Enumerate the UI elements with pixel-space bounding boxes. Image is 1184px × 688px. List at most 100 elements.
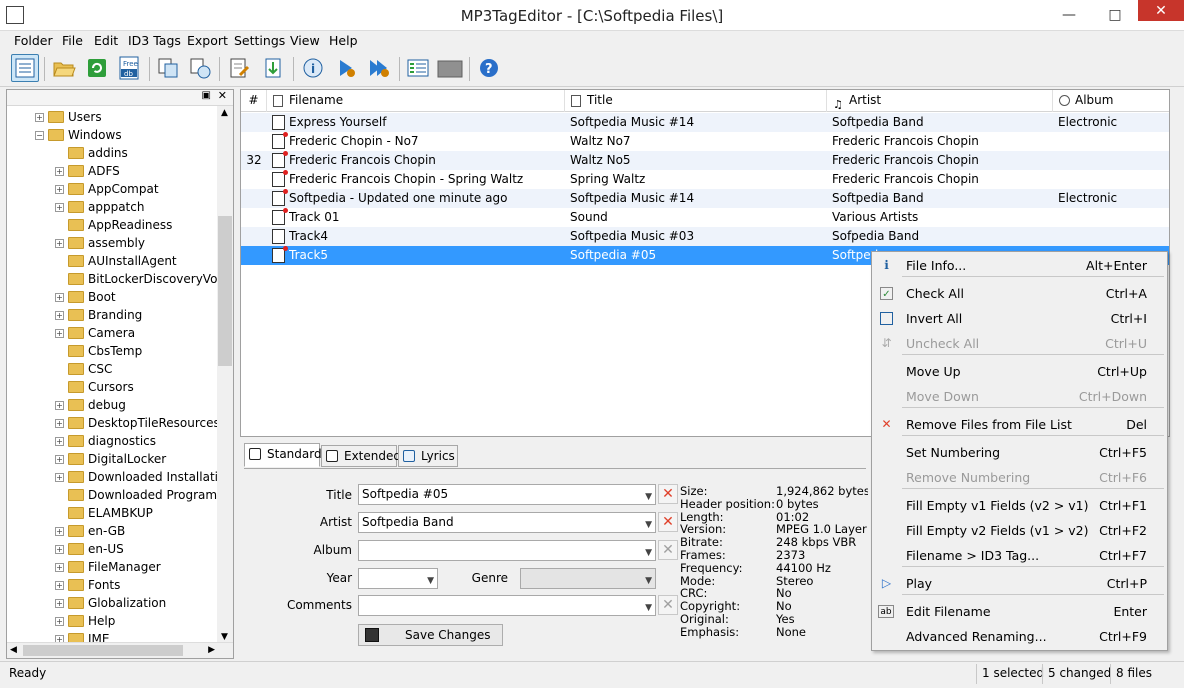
tree-item[interactable]: +CSC (55, 360, 112, 378)
scroll-left-icon[interactable]: ◀ (10, 645, 17, 655)
chevron-down-icon[interactable]: ▼ (645, 544, 652, 563)
close-button[interactable]: ✕ (1138, 0, 1184, 21)
tab-lyrics[interactable]: Lyrics (398, 445, 458, 467)
table-row[interactable]: Softpedia - Updated one minute ago Softpe… (241, 189, 1169, 208)
context-menu-item[interactable]: Fill Empty v1 Fields (v2 > v1) Ctrl+F1 (872, 493, 1167, 518)
hscroll-thumb[interactable] (23, 645, 183, 656)
column-number[interactable]: # (241, 90, 267, 112)
play-all-button[interactable] (365, 54, 393, 82)
context-menu-item[interactable]: ℹ File Info... Alt+Enter (872, 253, 1167, 278)
expand-icon[interactable]: + (55, 239, 64, 248)
expand-icon[interactable]: + (55, 617, 64, 626)
tree-item[interactable]: +AUInstallAgent (55, 252, 177, 270)
clear-comments-button[interactable]: ✕ (658, 595, 678, 615)
details-view-button[interactable] (404, 54, 432, 82)
tree-item[interactable]: + Downloaded Installatior (55, 468, 230, 486)
copy-tags-button[interactable] (154, 54, 182, 82)
expand-icon[interactable]: + (55, 581, 64, 590)
column-filename[interactable]: Filename (267, 90, 565, 112)
menu-folder[interactable]: Folder (14, 33, 53, 48)
expand-icon[interactable]: + (55, 203, 64, 212)
menu-file[interactable]: File (62, 33, 83, 48)
menu-export[interactable]: Export (187, 33, 228, 48)
tree-item[interactable]: + Fonts (55, 576, 120, 594)
column-album[interactable]: Album (1053, 90, 1169, 112)
collapse-icon[interactable]: − (35, 131, 44, 140)
table-row[interactable]: Track4 Softpedia Music #03 Sofpedia Band (241, 227, 1169, 246)
tree-item[interactable]: + diagnostics (55, 432, 156, 450)
expand-icon[interactable]: + (55, 545, 64, 554)
tree-item[interactable]: + Globalization (55, 594, 166, 612)
refresh-button[interactable] (83, 54, 111, 82)
expand-icon[interactable]: + (55, 311, 64, 320)
tree-item[interactable]: + assembly (55, 234, 145, 252)
expand-icon[interactable]: + (55, 401, 64, 410)
table-row[interactable]: Frederic Chopin - No7 Waltz No7 Frederic F… (241, 132, 1169, 151)
file-info-button[interactable]: i (299, 54, 327, 82)
column-artist[interactable]: ♫ Artist (827, 90, 1053, 112)
context-menu-item[interactable]: ✕ Remove Files from File List Del (872, 412, 1167, 437)
context-menu-item[interactable]: ab Edit Filename Enter (872, 599, 1167, 624)
tab-extended[interactable]: Extended (321, 445, 401, 467)
expand-icon[interactable]: + (55, 527, 64, 536)
tree-item[interactable]: + Branding (55, 306, 142, 324)
tree-item[interactable]: + AppCompat (55, 180, 159, 198)
expand-icon[interactable]: + (55, 329, 64, 338)
scroll-down-icon[interactable]: ▼ (221, 632, 228, 642)
table-row[interactable]: Express Yourself Softpedia Music #14 Softp… (241, 113, 1169, 132)
menu-edit[interactable]: Edit (94, 33, 118, 48)
table-row[interactable]: Frederic Francois Chopin - Spring Waltz S… (241, 170, 1169, 189)
expand-icon[interactable]: + (55, 437, 64, 446)
chevron-down-icon[interactable]: ▼ (645, 599, 652, 618)
rename-button[interactable] (225, 54, 253, 82)
tag-convert-button[interactable] (186, 54, 214, 82)
chevron-down-icon[interactable]: ▼ (645, 516, 652, 535)
tree-item[interactable]: +Downloaded Program F (55, 486, 228, 504)
help-button[interactable]: ? (475, 54, 503, 82)
context-menu-item[interactable]: Invert All Ctrl+I (872, 306, 1167, 331)
tree-item[interactable]: + en-US (55, 540, 124, 558)
context-menu-item[interactable]: Fill Empty v2 Fields (v1 > v2) Ctrl+F2 (872, 518, 1167, 543)
expand-icon[interactable]: + (55, 473, 64, 482)
title-field[interactable]: Softpedia #05 ▼ (358, 484, 656, 505)
restore-pane-icon[interactable]: ▣ (202, 90, 211, 101)
context-menu-item[interactable]: Advanced Renaming... Ctrl+F9 (872, 624, 1167, 649)
table-row[interactable]: Track 01 Sound Various Artists (241, 208, 1169, 227)
expand-icon[interactable]: + (35, 113, 44, 122)
tree-item[interactable]: +AppReadiness (55, 216, 172, 234)
tree-item[interactable]: + en-GB (55, 522, 125, 540)
tree-item[interactable]: + Boot (55, 288, 116, 306)
open-folder-button[interactable] (50, 54, 78, 82)
expand-icon[interactable]: + (55, 167, 64, 176)
freedb-button[interactable]: Free db (115, 54, 143, 82)
tree-item[interactable]: + Users (35, 108, 102, 126)
menu-id3-tags[interactable]: ID3 Tags (128, 33, 181, 48)
clear-title-button[interactable]: ✕ (658, 484, 678, 504)
scroll-right-icon[interactable]: ▶ (208, 645, 215, 655)
tree-horizontal-scrollbar[interactable]: ◀ ▶ (7, 642, 233, 658)
tree-item[interactable]: + FileManager (55, 558, 161, 576)
album-field[interactable]: ▼ (358, 540, 656, 561)
expand-icon[interactable]: + (55, 599, 64, 608)
expand-icon[interactable]: + (55, 455, 64, 464)
scroll-up-icon[interactable]: ▲ (221, 108, 228, 118)
menu-help[interactable]: Help (329, 33, 358, 48)
tree-item[interactable]: +Cursors (55, 378, 134, 396)
clear-artist-button[interactable]: ✕ (658, 512, 678, 532)
tree-item[interactable]: +CbsTemp (55, 342, 142, 360)
tree-item[interactable]: + Help (55, 612, 115, 630)
comments-field[interactable]: ▼ (358, 595, 656, 616)
tab-standard[interactable]: Standard (244, 443, 322, 467)
tree-item[interactable]: + DigitalLocker (55, 450, 166, 468)
menu-settings[interactable]: Settings (234, 33, 285, 48)
save-changes-button[interactable]: Save Changes (358, 624, 503, 646)
tree-item[interactable]: − Windows (35, 126, 122, 144)
tree-item[interactable]: +BitLockerDiscoveryVolu (55, 270, 228, 288)
table-row[interactable]: 32 Frederic Francois Chopin Waltz No5 Frede… (241, 151, 1169, 170)
play-button[interactable] (332, 54, 360, 82)
maximize-button[interactable]: □ (1092, 0, 1138, 30)
menu-view[interactable]: View (290, 33, 320, 48)
sort-button[interactable] (259, 54, 287, 82)
folder-view-button[interactable] (11, 54, 39, 82)
expand-icon[interactable]: + (55, 563, 64, 572)
